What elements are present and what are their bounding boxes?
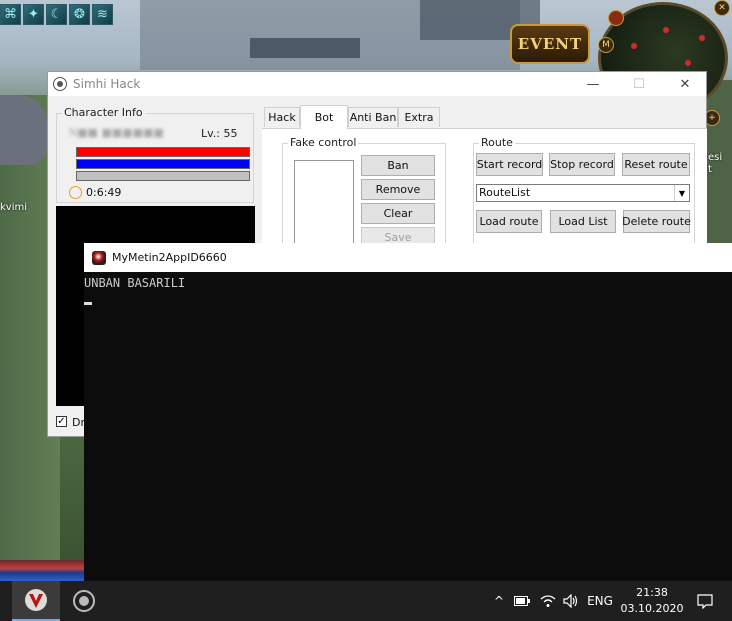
window-title: Simhi Hack bbox=[73, 77, 141, 91]
reset-route-button[interactable]: Reset route bbox=[622, 153, 690, 176]
fake-control-label: Fake control bbox=[288, 136, 359, 149]
character-name: N■■ ■■■■■■ bbox=[69, 126, 164, 139]
chevron-down-icon[interactable]: ▼ bbox=[674, 185, 689, 201]
route-list-value: RouteList bbox=[479, 186, 531, 199]
skill-icon[interactable]: ☾ bbox=[46, 4, 67, 25]
app-icon bbox=[53, 77, 67, 91]
clock-time: 21:38 bbox=[636, 586, 668, 599]
skill-icon[interactable]: ⌘ bbox=[0, 4, 21, 25]
taskbar-app-simhi-hack[interactable] bbox=[60, 581, 108, 621]
remove-button[interactable]: Remove bbox=[361, 179, 435, 200]
character-info-label: Character Info bbox=[62, 106, 145, 119]
skill-bar: ⌘ ✦ ☾ ❂ ≋ bbox=[0, 4, 113, 25]
battery-icon[interactable] bbox=[512, 581, 532, 621]
close-button[interactable]: ✕ bbox=[662, 72, 708, 96]
clock[interactable]: 21:38 03.10.2020 bbox=[620, 581, 684, 621]
metin2-icon bbox=[25, 589, 47, 611]
stop-record-button[interactable]: Stop record bbox=[549, 153, 615, 176]
console-cursor bbox=[84, 302, 92, 305]
wifi-icon[interactable] bbox=[538, 581, 558, 621]
notification-icon[interactable] bbox=[692, 581, 718, 621]
clock-icon bbox=[69, 186, 82, 199]
dr-checkbox[interactable]: ✓ bbox=[56, 416, 67, 427]
background-roof bbox=[250, 38, 360, 58]
tab-bot[interactable]: Bot bbox=[300, 105, 348, 129]
ban-button[interactable]: Ban bbox=[361, 155, 435, 176]
event-button[interactable]: EVENT bbox=[510, 24, 590, 64]
player-name-label: kvimi bbox=[0, 202, 28, 213]
minimap-marker bbox=[699, 35, 705, 41]
tab-hack[interactable]: Hack bbox=[264, 107, 300, 127]
route-label: Route bbox=[479, 136, 515, 149]
play-timer: 0:6:49 bbox=[86, 186, 122, 199]
taskbar: ^ ENG 21:38 03.10.2020 bbox=[0, 581, 732, 621]
minimize-button[interactable]: — bbox=[570, 72, 616, 96]
simhi-hack-icon bbox=[73, 590, 95, 612]
minimap-marker bbox=[631, 43, 637, 49]
background-rock bbox=[0, 95, 48, 165]
npc-name-label: esi t bbox=[708, 152, 723, 175]
delete-route-button[interactable]: Delete route bbox=[622, 210, 691, 233]
clock-date: 03.10.2020 bbox=[620, 602, 684, 615]
console-titlebar[interactable]: MyMetin2AppID6660 bbox=[84, 243, 732, 272]
skill-icon[interactable]: ❂ bbox=[69, 4, 90, 25]
window-titlebar[interactable]: Simhi Hack — ☐ ✕ bbox=[48, 72, 706, 96]
taskbar-app-metin2[interactable] bbox=[12, 581, 60, 621]
hp-bar bbox=[76, 147, 250, 157]
character-level: Lv.: 55 bbox=[201, 127, 238, 140]
minimap-m-button[interactable]: M bbox=[598, 37, 614, 53]
tab-extra[interactable]: Extra bbox=[398, 107, 440, 127]
show-hidden-icons-icon[interactable]: ^ bbox=[490, 581, 508, 621]
tab-anti-ban[interactable]: Anti Ban bbox=[348, 107, 398, 127]
metin2-app-icon bbox=[92, 250, 106, 265]
minimap-orb-button[interactable] bbox=[608, 10, 624, 26]
volume-icon[interactable] bbox=[560, 581, 582, 621]
clear-button[interactable]: Clear bbox=[361, 203, 435, 224]
console-output[interactable]: UNBAN BASARILI bbox=[84, 272, 732, 308]
console-line: UNBAN BASARILI bbox=[84, 276, 186, 290]
language-indicator[interactable]: ENG bbox=[585, 581, 615, 621]
skill-icon[interactable]: ✦ bbox=[23, 4, 44, 25]
load-list-button[interactable]: Load List bbox=[550, 210, 616, 233]
console-title: MyMetin2AppID6660 bbox=[112, 251, 227, 264]
console-window: MyMetin2AppID6660 UNBAN BASARILI bbox=[84, 243, 732, 581]
route-list-select[interactable]: RouteList ▼ bbox=[476, 184, 690, 202]
character-info-group: Character Info N■■ ■■■■■■ Lv.: 55 0:6:49 bbox=[56, 106, 254, 203]
skill-icon[interactable]: ≋ bbox=[92, 4, 113, 25]
maximize-button[interactable]: ☐ bbox=[616, 72, 662, 96]
load-route-button[interactable]: Load route bbox=[476, 210, 542, 233]
mp-bar bbox=[76, 159, 250, 169]
minimap-marker bbox=[685, 60, 691, 66]
minimap-close-icon[interactable]: ✕ bbox=[714, 0, 730, 16]
exp-bar bbox=[76, 171, 250, 181]
minimap-marker bbox=[663, 27, 669, 33]
game-status-strip bbox=[0, 560, 84, 581]
start-record-button[interactable]: Start record bbox=[476, 153, 543, 176]
